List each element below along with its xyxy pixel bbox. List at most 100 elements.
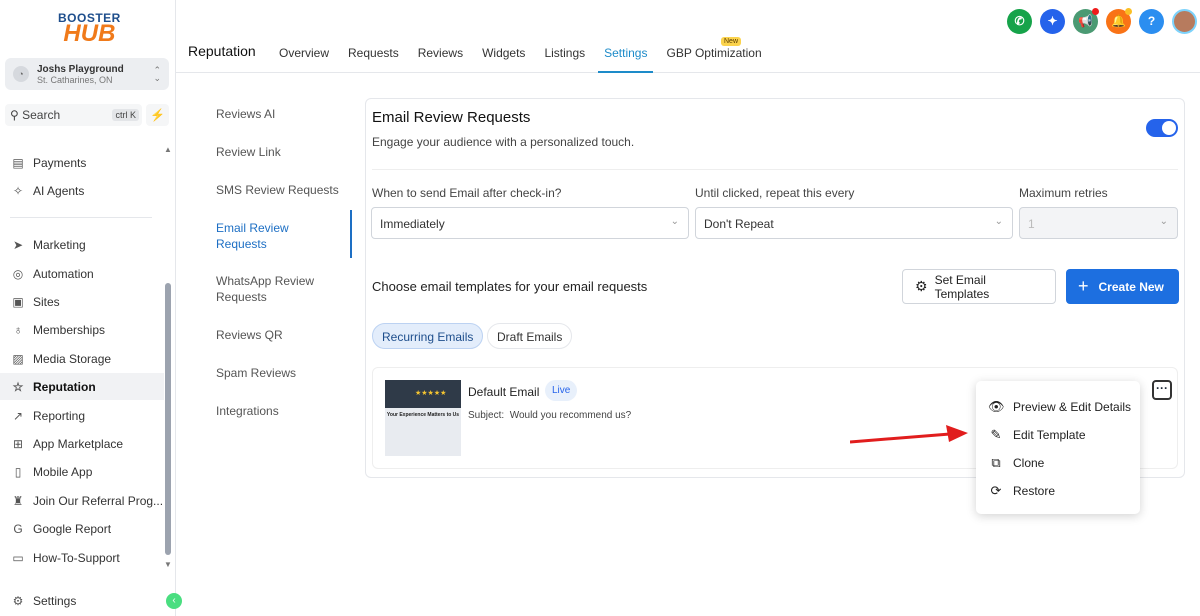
clone-icon: ⧉ — [991, 455, 1001, 470]
scroll-up-icon[interactable]: ▲ — [164, 145, 172, 154]
sidebar-item-reporting[interactable]: ↗ Reporting — [0, 402, 164, 429]
card-title: Email Review Requests — [372, 109, 531, 126]
bell-icon[interactable]: 🔔 — [1106, 8, 1132, 34]
logo[interactable]: BOOSTER HUB — [58, 12, 121, 46]
status-badge: Live — [545, 380, 578, 401]
repeat-select[interactable]: Don't Repeat ⌄ — [695, 207, 1013, 239]
tab-widgets[interactable]: Widgets — [482, 46, 525, 73]
settings-nav-whatsapp-review-requests[interactable]: WhatsApp Review Requests — [216, 273, 341, 305]
set-email-templates-button[interactable]: ⚙ Set Email Templates — [902, 269, 1056, 304]
eye-icon: 👁 — [988, 399, 1005, 414]
settings-nav-sms-review-requests[interactable]: SMS Review Requests — [216, 182, 341, 198]
menu-item-clone[interactable]: ⧉ Clone — [988, 455, 1044, 471]
settings-nav-reviews-qr[interactable]: Reviews QR — [216, 327, 341, 343]
menu-item-restore[interactable]: ⟳ Restore — [988, 483, 1055, 499]
send-timing-select[interactable]: Immediately ⌄ — [371, 207, 689, 239]
help-icon[interactable]: ? — [1139, 9, 1164, 34]
sidebar-item-join-our-referral-prog[interactable]: ♜ Join Our Referral Prog... — [0, 487, 164, 514]
enable-toggle[interactable] — [1146, 119, 1178, 137]
template-name: Default Email — [468, 385, 540, 399]
chevron-updown-icon: ⌃ ⌄ — [153, 65, 161, 83]
scroll-down-icon[interactable]: ▼ — [164, 560, 172, 569]
sites-icon: ▣ — [12, 294, 24, 309]
settings-nav-reviews-ai[interactable]: Reviews AI — [216, 106, 341, 122]
google-icon: G — [13, 521, 23, 536]
support-icon: ▭ — [12, 550, 24, 565]
sidebar-item-memberships[interactable]: ♁ Memberships — [0, 316, 164, 343]
phone-icon[interactable]: ✆ — [1007, 9, 1032, 34]
account-icon: ◔ — [13, 66, 29, 82]
settings-nav-integrations[interactable]: Integrations — [216, 403, 341, 419]
new-badge: New — [721, 37, 742, 46]
tab-requests[interactable]: Requests — [348, 46, 399, 73]
gear-icon: ⚙ — [915, 278, 928, 294]
settings-nav-spam-reviews[interactable]: Spam Reviews — [216, 365, 341, 381]
sidebar-item-sites[interactable]: ▣ Sites — [0, 288, 164, 315]
sidebar-item-mobile-app[interactable]: ▯ Mobile App — [0, 458, 164, 485]
sidebar-item-payments[interactable]: ▤ Payments — [0, 149, 164, 176]
trend-icon: ↗ — [12, 408, 24, 423]
tab-overview[interactable]: Overview — [279, 46, 329, 73]
more-options-button[interactable]: ··· — [1152, 380, 1172, 400]
repeat-label: Until clicked, repeat this every — [695, 186, 855, 200]
gear-icon: ⚙ — [12, 593, 24, 608]
tab-recurring-emails[interactable]: Recurring Emails — [372, 323, 484, 349]
sidebar-item-ai-agents[interactable]: ✧ AI Agents — [0, 177, 164, 204]
template-options-menu: 👁 Preview & Edit Details ✎ Edit Template ⧉… — [976, 381, 1140, 514]
menu-item-edit-template[interactable]: ✎ Edit Template — [988, 427, 1086, 443]
template-subject: Subject: Would you recommend us? — [468, 410, 632, 421]
sidebar-item-reputation[interactable]: ☆ Reputation — [0, 373, 164, 400]
tab-listings[interactable]: Listings — [544, 46, 585, 73]
max-retries-label: Maximum retries — [1019, 186, 1108, 200]
collapse-sidebar-button[interactable]: ‹ — [166, 593, 182, 609]
send-icon: ➤ — [12, 237, 24, 252]
tab-reviews[interactable]: Reviews — [418, 46, 463, 73]
divider — [10, 217, 152, 218]
account-name: Joshs Playground — [37, 63, 124, 75]
sparkle-icon: ✧ — [12, 183, 24, 198]
menu-item-preview-edit[interactable]: 👁 Preview & Edit Details — [988, 399, 1131, 415]
chevron-down-icon: ⌄ — [1159, 216, 1168, 227]
sidebar-item-how-to-support[interactable]: ▭ How-To-Support — [0, 544, 164, 571]
chevron-down-icon: ⌄ — [670, 216, 679, 227]
sidebar-item-app-marketplace[interactable]: ⊞ App Marketplace — [0, 430, 164, 457]
sparkle-icon[interactable]: ✦ — [1040, 9, 1065, 34]
sidebar-item-automation[interactable]: ◎ Automation — [0, 260, 164, 287]
quick-action-bolt-icon[interactable]: ⚡ — [146, 104, 169, 126]
account-switcher[interactable]: ◔ Joshs Playground St. Catharines, ON ⌃ ⌄ — [5, 58, 169, 90]
divider — [372, 169, 1178, 170]
referral-icon: ♜ — [12, 493, 24, 508]
header: Reputation Overview Requests Reviews Widget… — [176, 0, 1200, 73]
star-icon: ☆ — [12, 379, 24, 394]
settings-nav-email-review-requests[interactable]: Email Review Requests — [216, 220, 341, 252]
red-arrow-annotation — [850, 425, 968, 444]
active-indicator — [350, 210, 352, 258]
account-location: St. Catharines, ON — [37, 74, 113, 85]
search-input[interactable]: ⚲ Search ctrl K — [5, 104, 142, 126]
tab-draft-emails[interactable]: Draft Emails — [487, 323, 573, 349]
membership-icon: ♁ — [13, 322, 23, 337]
card-subtitle: Engage your audience with a personalized… — [372, 135, 635, 149]
sidebar-item-media-storage[interactable]: ▨ Media Storage — [0, 345, 164, 372]
sidebar-item-settings[interactable]: ⚙ Settings — [0, 587, 164, 614]
settings-nav-review-link[interactable]: Review Link — [216, 144, 341, 160]
avatar[interactable] — [1172, 9, 1197, 34]
grid-icon: ⊞ — [12, 436, 24, 451]
chevron-down-icon: ⌄ — [994, 216, 1003, 227]
sidebar: BOOSTER HUB ◔ Joshs Playground St. Cathari… — [0, 0, 182, 616]
tab-settings[interactable]: Settings — [598, 46, 654, 73]
max-retries-select[interactable]: 1 ⌄ — [1019, 207, 1178, 239]
pencil-icon: ✎ — [990, 427, 1002, 442]
sidebar-item-google-report[interactable]: G Google Report — [0, 515, 164, 542]
phone-icon: ▯ — [14, 464, 22, 479]
sidebar-item-marketing[interactable]: ➤ Marketing — [0, 231, 164, 258]
image-icon: ▨ — [12, 351, 24, 366]
search-icon: ⚲ — [10, 108, 23, 122]
megaphone-icon[interactable]: 📢 — [1073, 8, 1099, 34]
tab-gbp-optimization[interactable]: GBP Optimization — [666, 46, 761, 73]
templates-heading: Choose email templates for your email re… — [372, 279, 648, 294]
template-thumbnail[interactable]: ★★★★★ Your Experience Matters to Us — [385, 380, 461, 456]
scrollbar[interactable] — [165, 283, 171, 555]
restore-icon: ⟳ — [990, 483, 1002, 498]
create-new-button[interactable]: + Create New — [1066, 269, 1179, 304]
